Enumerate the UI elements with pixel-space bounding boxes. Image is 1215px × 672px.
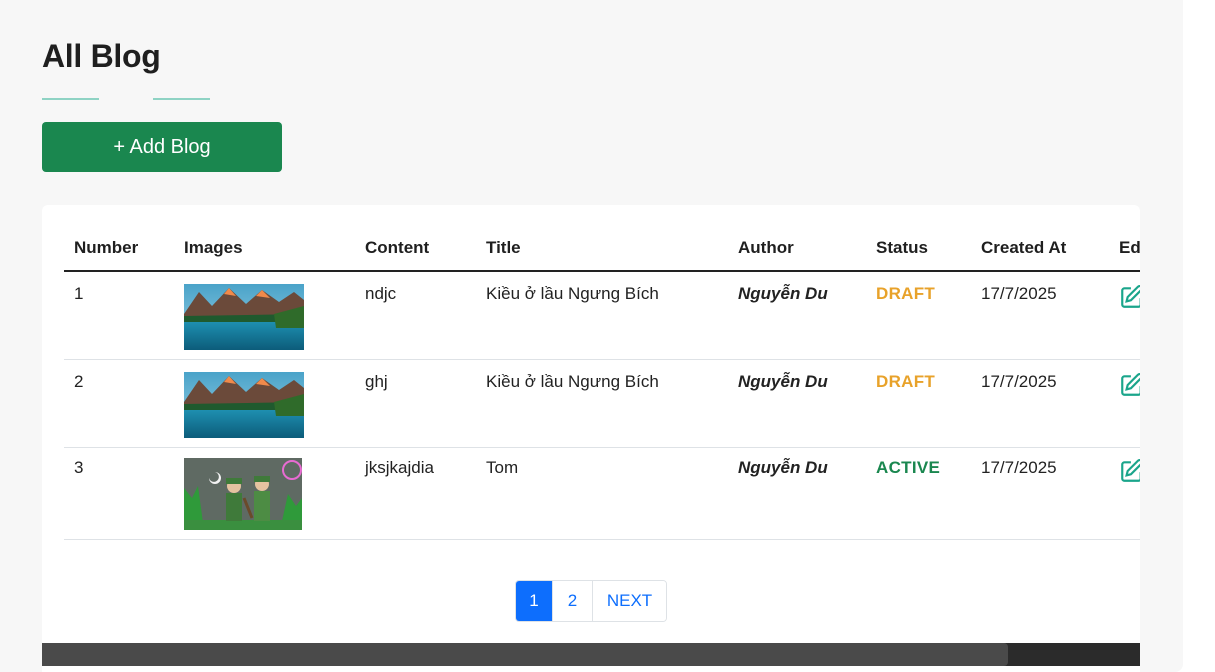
status-badge: DRAFT	[866, 271, 971, 360]
blog-table: Number Images Content Title Author Statu…	[64, 205, 1140, 540]
status-badge: ACTIVE	[866, 447, 971, 540]
main-panel: All Blog + Add Blog Number Images Conten…	[0, 0, 1183, 672]
cell-edit	[1109, 271, 1140, 360]
cell-created-at: 17/7/2025	[971, 447, 1109, 540]
page-button-1[interactable]: 1	[516, 581, 552, 621]
cell-content: ndjc	[355, 271, 476, 360]
cell-created-at: 17/7/2025	[971, 271, 1109, 360]
col-header-status: Status	[866, 205, 971, 272]
table-header-row: Number Images Content Title Author Statu…	[64, 205, 1140, 272]
col-header-images: Images	[174, 205, 355, 272]
mountain-lake-thumbnail[interactable]	[184, 371, 304, 438]
cell-title: Kiều ở lầu Ngưng Bích	[476, 271, 728, 360]
cell-image	[174, 359, 355, 448]
blog-table-card: Number Images Content Title Author Statu…	[42, 205, 1140, 672]
horizontal-scrollbar[interactable]	[42, 643, 1140, 666]
cell-title: Kiều ở lầu Ngưng Bích	[476, 359, 728, 448]
cell-created-at: 17/7/2025	[971, 359, 1109, 448]
cell-author: Nguyễn Du	[728, 359, 866, 448]
edit-icon[interactable]	[1119, 284, 1140, 310]
col-header-number: Number	[64, 205, 174, 272]
scrollbar-thumb[interactable]	[42, 643, 1009, 666]
status-badge: DRAFT	[866, 359, 971, 448]
table-row: 2 ghj Kiều ở lầu Ngưng Bích Nguyễn Du DR…	[64, 359, 1140, 448]
table-row: 1 ndjc Kiều ở lầu Ngưng Bích Nguyễn Du D…	[64, 271, 1140, 360]
cell-number: 2	[64, 359, 174, 448]
cell-image	[174, 271, 355, 360]
cell-image	[174, 447, 355, 540]
pagination: 1 2 NEXT	[515, 580, 667, 622]
col-header-title: Title	[476, 205, 728, 272]
mountain-lake-thumbnail[interactable]	[184, 284, 304, 350]
col-header-edit: Ed	[1109, 205, 1140, 272]
page-title: All Blog	[42, 38, 161, 74]
title-underline-left	[42, 98, 99, 100]
col-header-created-at: Created At	[971, 205, 1109, 272]
col-header-author: Author	[728, 205, 866, 272]
cell-author: Nguyễn Du	[728, 447, 866, 540]
page-button-2[interactable]: 2	[552, 581, 592, 621]
cell-number: 1	[64, 271, 174, 360]
cell-content: jksjkajdia	[355, 447, 476, 540]
soldiers-illustration-thumbnail[interactable]	[184, 457, 302, 530]
add-blog-button[interactable]: + Add Blog	[42, 122, 282, 172]
cell-author: Nguyễn Du	[728, 271, 866, 360]
cell-title: Tom	[476, 447, 728, 540]
next-page-button[interactable]: NEXT	[592, 581, 666, 621]
title-underline-right	[153, 98, 210, 100]
cell-edit	[1109, 447, 1140, 540]
table-scroll-area: Number Images Content Title Author Statu…	[64, 205, 1140, 545]
table-row: 3 jksjkajdia Tom Nguyễn Du ACTIVE 17/7/2…	[64, 447, 1140, 540]
edit-icon[interactable]	[1119, 458, 1140, 484]
col-header-content: Content	[355, 205, 476, 272]
cell-content: ghj	[355, 359, 476, 448]
cell-number: 3	[64, 447, 174, 540]
cell-edit	[1109, 359, 1140, 448]
edit-icon[interactable]	[1119, 372, 1140, 398]
